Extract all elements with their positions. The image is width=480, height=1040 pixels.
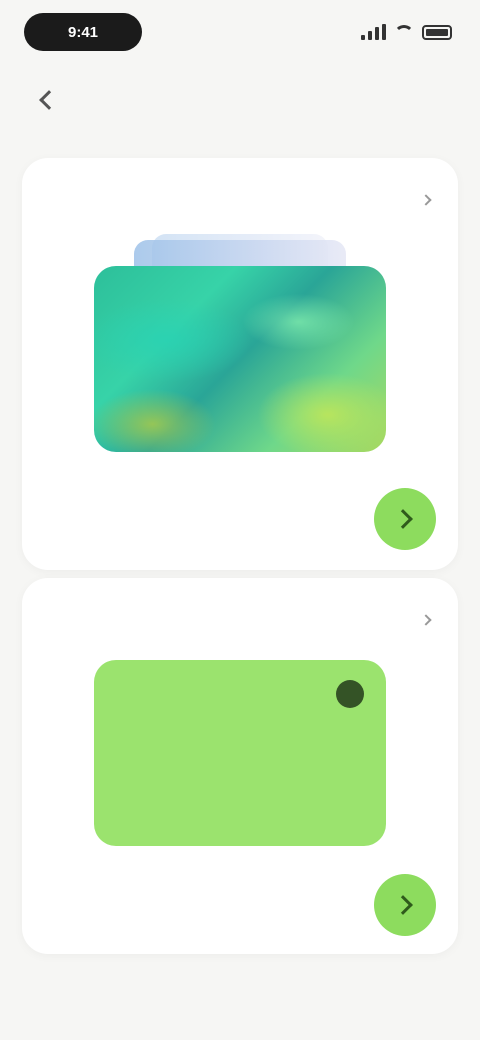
card-logo-icon bbox=[336, 680, 364, 708]
chevron-right-icon bbox=[420, 194, 432, 206]
battery-icon bbox=[422, 24, 452, 40]
arrow-right-icon bbox=[393, 895, 413, 915]
signal-icon bbox=[361, 24, 386, 40]
card-section-2 bbox=[22, 578, 458, 954]
chevron-right-icon bbox=[420, 614, 432, 626]
wifi-icon bbox=[394, 25, 414, 39]
card-section-1 bbox=[22, 158, 458, 570]
page-header bbox=[0, 72, 480, 128]
card-image[interactable] bbox=[94, 266, 386, 452]
open-card-button[interactable] bbox=[374, 488, 436, 550]
status-icons bbox=[361, 24, 452, 40]
arrow-right-icon bbox=[393, 509, 413, 529]
back-chevron-icon bbox=[39, 90, 59, 110]
back-button[interactable] bbox=[28, 82, 64, 118]
open-card-button[interactable] bbox=[374, 874, 436, 936]
view-all-link[interactable] bbox=[416, 614, 432, 626]
status-time: 9:41 bbox=[24, 13, 142, 51]
card-image[interactable] bbox=[94, 660, 386, 846]
view-all-link[interactable] bbox=[416, 194, 432, 206]
status-bar: 9:41 bbox=[0, 0, 480, 64]
